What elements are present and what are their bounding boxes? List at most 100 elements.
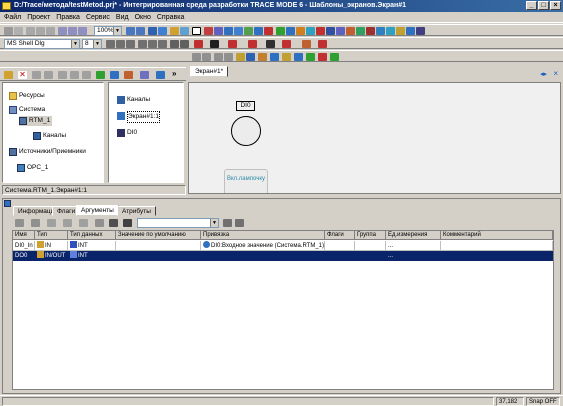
rect-icon[interactable] (224, 27, 233, 35)
nav-paste-icon[interactable] (82, 71, 91, 79)
title-bar[interactable]: D:/Trace/метода/testMetod.prj* - Интегри… (0, 0, 563, 12)
col-unit[interactable]: Ед.измерения (386, 231, 441, 240)
align-left-icon[interactable] (106, 40, 115, 48)
tab-attributes[interactable]: Атрибуты (117, 206, 156, 216)
cell-unit[interactable]: ... (386, 241, 441, 251)
valign-mid-icon[interactable] (148, 40, 157, 48)
image-icon[interactable] (254, 27, 263, 35)
doc-icon[interactable] (386, 27, 395, 35)
cell-flags[interactable] (325, 251, 355, 261)
shadow-icon[interactable] (302, 40, 311, 48)
maximize-button[interactable]: □ (538, 1, 549, 10)
menu-help[interactable]: Справка (157, 14, 184, 21)
menu-file[interactable]: Файл (4, 14, 21, 21)
frame-icon[interactable] (336, 27, 345, 35)
copy-icon[interactable] (36, 27, 45, 35)
save-icon[interactable] (246, 53, 255, 61)
menu-window[interactable]: Окно (135, 14, 151, 21)
fill-color-icon[interactable] (248, 40, 257, 48)
cell-flags[interactable] (325, 241, 355, 251)
valign-top-icon[interactable] (138, 40, 147, 48)
nav-find-icon[interactable] (124, 71, 133, 79)
nav-copy-icon[interactable] (70, 71, 79, 79)
pointer-icon[interactable] (192, 27, 201, 35)
col-comment[interactable]: Комментарий (441, 231, 553, 240)
insert-arg-icon[interactable] (31, 219, 40, 227)
undo-icon[interactable] (4, 27, 13, 35)
nav-redo-icon[interactable] (44, 71, 53, 79)
button-icon[interactable] (264, 27, 273, 35)
help-icon[interactable] (294, 53, 303, 61)
add-arg-icon[interactable] (15, 219, 24, 227)
nav-view-icon[interactable] (156, 71, 165, 79)
cell-binding[interactable] (201, 251, 325, 261)
col-type[interactable]: Тип (35, 231, 68, 240)
lock-icon[interactable] (170, 27, 179, 35)
browser-icon[interactable] (406, 27, 415, 35)
status-snap[interactable]: Snap OFF (526, 397, 560, 406)
line-color-icon[interactable] (228, 40, 237, 48)
cell-default[interactable] (116, 241, 201, 251)
menu-view[interactable]: Вид (116, 14, 129, 21)
nav-move-icon[interactable] (96, 71, 105, 79)
nav-bind-icon[interactable] (140, 71, 149, 79)
menu-edit[interactable]: Правка (56, 14, 80, 21)
valign-bot-icon[interactable] (158, 40, 167, 48)
tab-nav-icon[interactable]: ◂▸ (540, 70, 547, 78)
ellipse-icon[interactable] (234, 27, 243, 35)
align-center-icon[interactable] (116, 40, 125, 48)
debug-icon[interactable] (306, 53, 315, 61)
grid-delete-icon[interactable] (79, 219, 88, 227)
filter-select[interactable]: ▼ (137, 218, 219, 228)
switch-icon[interactable] (356, 27, 365, 35)
grid-redo-icon[interactable] (63, 219, 72, 227)
trend-icon[interactable] (276, 27, 285, 35)
tree-item-rtm1[interactable]: RTM_1 (19, 116, 53, 126)
cell-dtype[interactable]: INT (68, 241, 116, 251)
cell-type[interactable]: IN (35, 241, 68, 251)
back-icon[interactable] (224, 53, 233, 61)
run-person-icon[interactable] (318, 53, 327, 61)
channel-list[interactable]: Каналы Экран#1:1 DI0 (108, 82, 184, 183)
col-name[interactable]: Имя (13, 231, 35, 240)
close-button[interactable]: × (550, 1, 561, 10)
minimize-button[interactable]: _ (526, 1, 537, 10)
layers-icon[interactable] (180, 27, 189, 35)
table-row[interactable]: DI0_In IN INT DI0:Входное значение (Сист… (13, 241, 553, 251)
nav-undo-icon[interactable] (32, 71, 41, 79)
compile-icon[interactable] (258, 53, 267, 61)
cell-dtype[interactable]: INT (68, 251, 116, 261)
redo-icon[interactable] (14, 27, 23, 35)
gauge-icon[interactable] (296, 27, 305, 35)
tab-arguments[interactable]: Аргументы (76, 205, 119, 216)
project-tree[interactable]: Ресурсы Система RTM_1 Каналы Источники/П… (2, 82, 104, 183)
zoom-select[interactable]: 100% ▼ (94, 26, 122, 36)
nav-cut-icon[interactable] (58, 71, 67, 79)
cell-unit[interactable]: ... (386, 251, 441, 261)
grid-bind-icon[interactable] (95, 219, 104, 227)
border-color-icon[interactable] (318, 40, 327, 48)
bg-color-icon[interactable] (282, 40, 291, 48)
bold-icon[interactable] (170, 40, 179, 48)
ungroup-icon[interactable] (202, 53, 211, 61)
cell-default[interactable] (116, 251, 201, 261)
zoom-out-icon[interactable] (136, 27, 145, 35)
cell-group[interactable] (355, 241, 386, 251)
arguments-grid[interactable]: Имя Тип Тип данных Значение по умолчанию… (12, 230, 554, 390)
tab-close-icon[interactable]: × (553, 69, 558, 78)
video-icon[interactable] (326, 27, 335, 35)
report-icon[interactable] (396, 27, 405, 35)
nav-more-icon[interactable]: » (172, 70, 181, 78)
zoom-in-icon[interactable] (126, 27, 135, 35)
fill-style-icon[interactable] (266, 40, 275, 48)
col-default[interactable]: Значение по умолчанию (116, 231, 201, 240)
bug-icon[interactable] (330, 53, 339, 61)
profile-icon[interactable] (282, 53, 291, 61)
new-folder-icon[interactable] (4, 71, 13, 79)
align3-icon[interactable] (78, 27, 87, 35)
grid-link-icon[interactable] (109, 219, 118, 227)
cell-type[interactable]: IN/OUT (35, 251, 68, 261)
font-size-select[interactable]: 8 ▼ (82, 39, 102, 49)
bar-icon[interactable] (306, 27, 315, 35)
align2-icon[interactable] (68, 27, 77, 35)
